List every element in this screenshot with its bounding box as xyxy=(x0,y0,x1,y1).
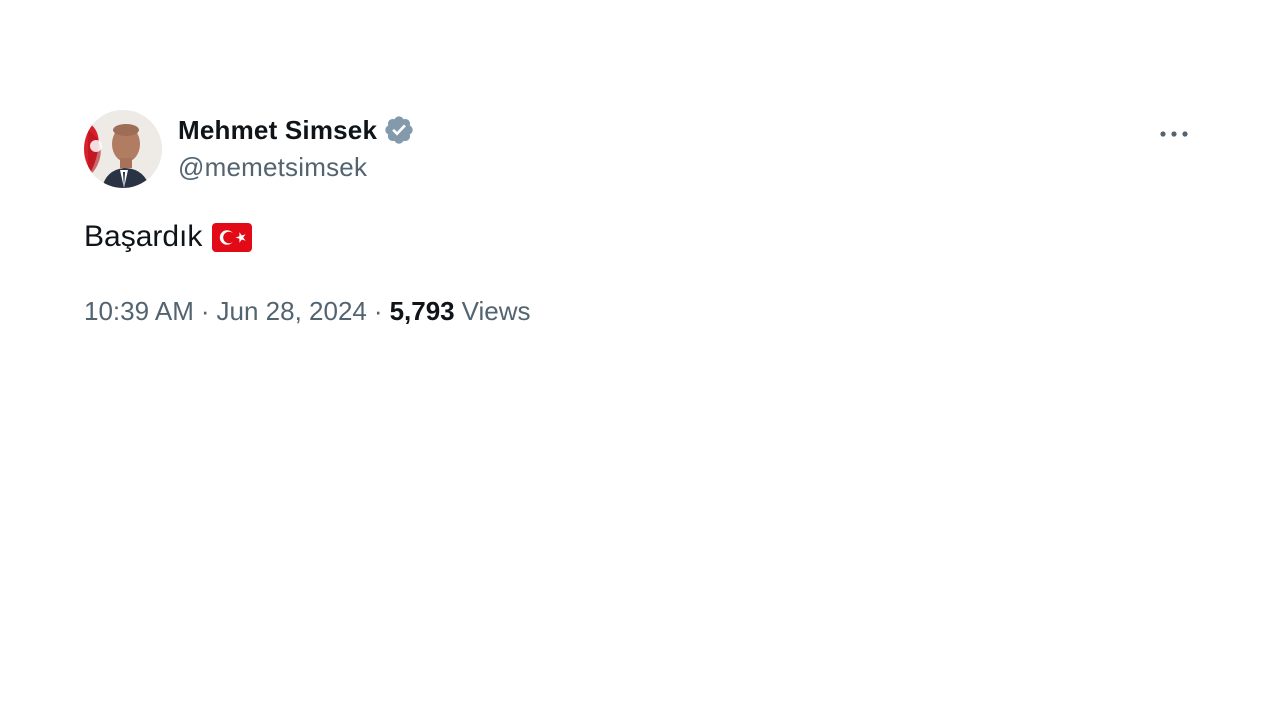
name-row: Mehmet Simsek xyxy=(178,112,415,148)
tweet-date[interactable]: Jun 28, 2024 xyxy=(217,296,367,327)
views-count: 5,793 xyxy=(389,296,455,326)
author-info: Mehmet Simsek @memetsimsek xyxy=(178,112,415,183)
tweet-body: Başardık xyxy=(84,220,203,253)
separator: · xyxy=(373,296,383,326)
tweet-time[interactable]: 10:39 AM xyxy=(84,296,194,327)
views-label: Views xyxy=(461,296,531,326)
turkey-flag-icon xyxy=(212,222,253,252)
display-name[interactable]: Mehmet Simsek xyxy=(178,115,377,146)
tweet: Mehmet Simsek @memetsimsek Başardık 10:3… xyxy=(84,108,1194,348)
avatar[interactable] xyxy=(84,110,162,188)
tweet-meta: 10:39 AM · Jun 28, 2024 · 5,793 Views xyxy=(84,296,531,327)
more-options-button[interactable] xyxy=(1154,114,1194,154)
separator: · xyxy=(200,296,210,326)
avatar-photo xyxy=(84,110,162,188)
handle[interactable]: @memetsimsek xyxy=(178,152,415,183)
more-options-icon xyxy=(1160,131,1188,137)
verified-badge-icon[interactable] xyxy=(383,114,415,146)
tweet-text: Başardık xyxy=(84,220,253,254)
